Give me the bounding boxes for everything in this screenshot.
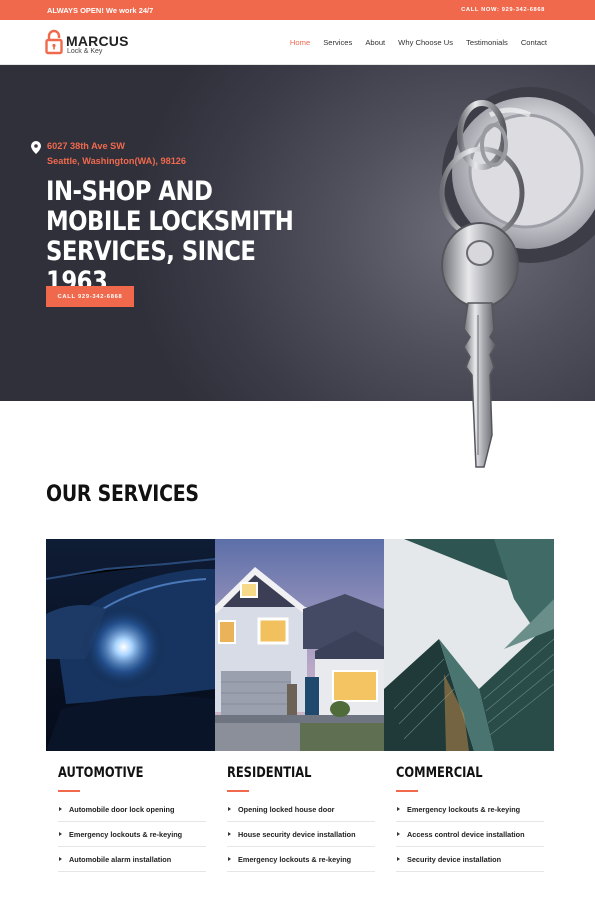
bullet-arrow-icon xyxy=(59,857,62,861)
list-item[interactable]: Emergency lockouts & re-keying xyxy=(227,847,375,872)
bullet-arrow-icon xyxy=(397,832,400,836)
service-list: Emergency lockouts & re-keying Access co… xyxy=(396,797,544,872)
list-item[interactable]: House security device installation xyxy=(227,822,375,847)
services-image-strip xyxy=(46,539,554,751)
list-item[interactable]: Emergency lockouts & re-keying xyxy=(396,797,544,822)
hero-headline: IN-SHOP AND MOBILE LOCKSMITH SERVICES, S… xyxy=(46,176,294,297)
map-pin-icon xyxy=(31,141,41,154)
list-item[interactable]: Automobile alarm installation xyxy=(58,847,206,872)
nav-why-choose-us[interactable]: Why Choose Us xyxy=(398,38,453,47)
bullet-arrow-icon xyxy=(397,807,400,811)
service-column-commercial: COMMERCIAL Emergency lockouts & re-keyin… xyxy=(396,765,544,872)
bullet-arrow-icon xyxy=(228,832,231,836)
nav-contact[interactable]: Contact xyxy=(521,38,547,47)
address-line-2: Seattle, Washington(WA), 98126 xyxy=(47,156,187,166)
title-underline xyxy=(58,790,80,792)
title-underline xyxy=(227,790,249,792)
key-in-lock-image xyxy=(420,75,595,475)
commercial-image xyxy=(384,539,554,751)
list-item[interactable]: Automobile door lock opening xyxy=(58,797,206,822)
bullet-arrow-icon xyxy=(228,807,231,811)
call-now-link[interactable]: CALL NOW: 929-342-6868 xyxy=(461,7,545,13)
residential-image xyxy=(215,539,384,751)
address-line-1: 6027 38th Ave SW xyxy=(47,141,125,151)
padlock-logo-icon xyxy=(45,29,63,55)
service-column-automotive: AUTOMOTIVE Automobile door lock opening … xyxy=(58,765,206,872)
list-item[interactable]: Opening locked house door xyxy=(227,797,375,822)
automotive-image xyxy=(46,539,215,751)
list-item[interactable]: Access control device installation xyxy=(396,822,544,847)
bullet-arrow-icon xyxy=(59,832,62,836)
main-nav: Home Services About Why Choose Us Testim… xyxy=(290,20,547,65)
services-heading: OUR SERVICES xyxy=(46,482,199,507)
service-column-residential: RESIDENTIAL Opening locked house door Ho… xyxy=(227,765,375,872)
nav-testimonials[interactable]: Testimonials xyxy=(466,38,508,47)
service-title-commercial: COMMERCIAL xyxy=(396,765,483,781)
nav-home[interactable]: Home xyxy=(290,38,310,47)
bullet-arrow-icon xyxy=(228,857,231,861)
service-list: Automobile door lock opening Emergency l… xyxy=(58,797,206,872)
service-title-residential: RESIDENTIAL xyxy=(227,765,312,781)
title-underline xyxy=(396,790,418,792)
site-header: MARCUS Lock & Key Home Services About Wh… xyxy=(0,20,595,65)
nav-services[interactable]: Services xyxy=(323,38,352,47)
availability-text: ALWAYS OPEN! We work 24/7 xyxy=(47,5,154,15)
service-list: Opening locked house door House security… xyxy=(227,797,375,872)
top-bar: ALWAYS OPEN! We work 24/7 CALL NOW: 929-… xyxy=(0,0,595,20)
list-item[interactable]: Emergency lockouts & re-keying xyxy=(58,822,206,847)
list-item[interactable]: Security device installation xyxy=(396,847,544,872)
call-button[interactable]: CALL 929-342-6868 xyxy=(46,286,134,307)
brand-subtitle: Lock & Key xyxy=(67,48,103,55)
bullet-arrow-icon xyxy=(59,807,62,811)
brand-name: MARCUS xyxy=(66,33,129,49)
nav-about[interactable]: About xyxy=(365,38,385,47)
logo[interactable]: MARCUS Lock & Key xyxy=(45,28,129,58)
bullet-arrow-icon xyxy=(397,857,400,861)
service-title-automotive: AUTOMOTIVE xyxy=(58,765,144,781)
